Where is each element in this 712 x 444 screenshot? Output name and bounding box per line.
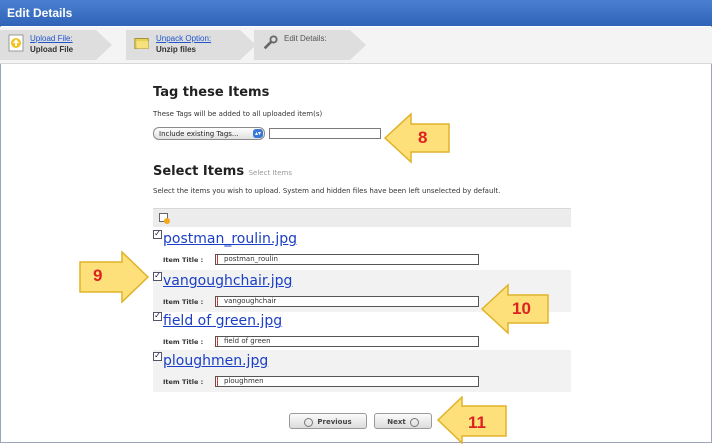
select-items-heading: Select Items Select Items xyxy=(153,164,292,179)
upload-icon xyxy=(8,34,24,52)
callout-arrow-9 xyxy=(79,250,150,304)
step-unpack-option: Unpack Option: Unzip files xyxy=(126,30,256,60)
item-checkbox[interactable]: ✓ xyxy=(153,230,162,239)
previous-button[interactable]: Previous xyxy=(289,413,367,429)
tags-description: These Tags will be added to all uploaded… xyxy=(153,110,323,118)
chevron-updown-icon: ▴▾ xyxy=(253,129,263,138)
step-edit-details-label: Edit Details: xyxy=(284,34,327,43)
item-title-input[interactable]: postman_roulin xyxy=(215,254,479,265)
callout-9: 9 xyxy=(93,266,103,285)
select-items-description: Select the items you wish to upload. Sys… xyxy=(153,187,501,195)
tags-heading: Tag these Items xyxy=(153,85,270,100)
tags-input[interactable] xyxy=(269,128,381,139)
item-filename[interactable]: ploughmen.jpg xyxy=(163,353,268,369)
list-item: ✓ ploughmen.jpg Item Title : ploughmen xyxy=(153,350,571,392)
callout-8: 8 xyxy=(418,128,428,147)
step-upload-file: Upload File: Upload File xyxy=(0,30,112,60)
folder-icon xyxy=(134,38,149,49)
wrench-icon xyxy=(263,35,278,50)
select-all-icon[interactable] xyxy=(159,213,171,224)
step-upload-file-link[interactable]: Upload File: xyxy=(30,34,73,43)
item-title-label: Item Title : xyxy=(163,338,204,346)
item-filename[interactable]: vangoughchair.jpg xyxy=(163,273,292,289)
item-checkbox[interactable]: ✓ xyxy=(153,352,162,361)
item-checkbox[interactable]: ✓ xyxy=(153,272,162,281)
item-title-input[interactable]: vangoughchair xyxy=(215,296,479,307)
callout-10: 10 xyxy=(512,299,531,318)
item-title-input[interactable]: ploughmen xyxy=(215,376,479,387)
step-upload-file-label: Upload File xyxy=(30,45,74,54)
items-list-header xyxy=(153,208,571,227)
callout-11: 11 xyxy=(468,413,486,432)
step-edit-details: Edit Details: xyxy=(254,30,366,60)
list-item: ✓ postman_roulin.jpg Item Title : postma… xyxy=(153,228,571,270)
step-unpack-option-label: Unzip files xyxy=(156,45,197,54)
item-checkbox[interactable]: ✓ xyxy=(153,312,162,321)
tags-select-value: Include existing Tags... xyxy=(159,130,239,138)
item-filename[interactable]: field of green.jpg xyxy=(163,313,282,329)
item-title-label: Item Title : xyxy=(163,378,204,386)
step-unpack-option-link[interactable]: Unpack Option: xyxy=(156,34,211,43)
previous-icon xyxy=(304,417,314,427)
tags-select[interactable]: Include existing Tags... ▴▾ xyxy=(153,127,265,140)
item-title-label: Item Title : xyxy=(163,298,204,306)
select-items-suffix: Select Items xyxy=(248,169,292,177)
select-items-title: Select Items xyxy=(153,164,245,179)
next-icon xyxy=(409,417,419,427)
item-filename[interactable]: postman_roulin.jpg xyxy=(163,231,297,247)
wizard-steps: Upload File: Upload File Unpack Option: … xyxy=(0,27,712,64)
window-title: Edit Details xyxy=(0,0,712,26)
item-title-input[interactable]: field of green xyxy=(215,336,479,347)
item-title-label: Item Title : xyxy=(163,256,204,264)
next-button[interactable]: Next xyxy=(374,413,432,429)
